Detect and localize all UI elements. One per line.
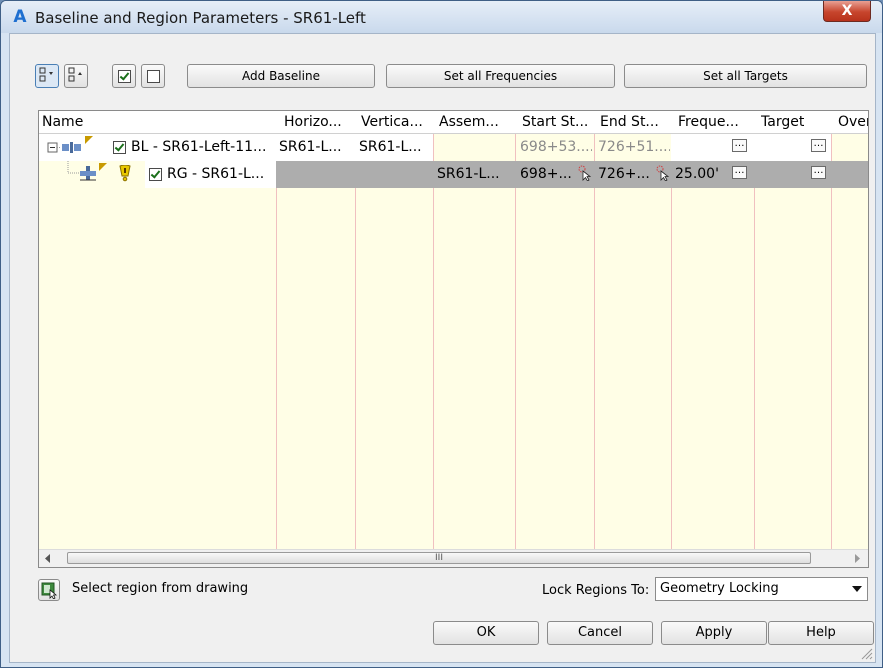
select-region-icon: [41, 582, 58, 600]
close-button[interactable]: X: [823, 1, 871, 22]
uncheck-all-button[interactable]: [141, 64, 165, 88]
column-divider: [671, 134, 672, 567]
grid-header: Name Horizo... Vertica... Assem... Start…: [39, 111, 868, 134]
checkbox-checked-icon: [117, 70, 131, 83]
expand-tree-icon: [39, 67, 53, 82]
pick-station-icon[interactable]: [577, 165, 591, 181]
column-divider: [754, 134, 755, 567]
column-divider: [515, 134, 516, 567]
column-divider: [594, 134, 595, 567]
region-frequency-ellipsis-button[interactable]: …: [732, 166, 747, 179]
grid-background: [39, 134, 868, 567]
col-header-start-station[interactable]: Start St...: [522, 114, 588, 130]
baseline-end-station: 726+51....: [598, 139, 670, 155]
column-divider: [433, 134, 434, 567]
col-header-vertical[interactable]: Vertica...: [361, 114, 423, 130]
col-header-name[interactable]: Name: [42, 114, 83, 130]
add-baseline-button[interactable]: Add Baseline: [187, 64, 375, 88]
baseline-horizontal[interactable]: SR61-L...: [279, 139, 353, 155]
help-button[interactable]: Help: [768, 621, 874, 645]
baseline-start-station: 698+53....: [520, 139, 592, 155]
select-region-label: Select region from drawing: [72, 581, 249, 596]
col-header-frequency[interactable]: Freque...: [678, 114, 739, 130]
scrollbar-thumb[interactable]: III: [67, 552, 811, 564]
dialog-window: A Baseline and Region Parameters - SR61-…: [0, 0, 883, 668]
chevron-down-icon: [852, 586, 862, 592]
scroll-right-icon[interactable]: [855, 554, 861, 563]
lock-regions-dropdown[interactable]: Geometry Locking: [655, 577, 868, 601]
region-start-station[interactable]: 698+...: [520, 166, 576, 182]
expand-tree-button[interactable]: [35, 64, 59, 88]
dialog-body: Add Baseline Set all Frequencies Set all…: [9, 33, 876, 663]
lock-regions-value: Geometry Locking: [660, 581, 779, 596]
lock-regions-label: Lock Regions To:: [542, 583, 650, 598]
resize-grip-icon[interactable]: [859, 646, 873, 660]
baseline-vertical[interactable]: SR61-L...: [359, 139, 431, 155]
region-icon: [80, 166, 96, 181]
autocad-a-icon: A: [13, 7, 27, 27]
column-divider: [831, 134, 832, 567]
baseline-target-ellipsis-button[interactable]: …: [811, 139, 826, 152]
select-region-button[interactable]: [38, 579, 60, 601]
region-end-station[interactable]: 726+...: [598, 166, 654, 182]
region-target-ellipsis-button[interactable]: …: [811, 166, 826, 179]
baseline-row-bg-right: [671, 134, 831, 161]
parameters-grid[interactable]: Name Horizo... Vertica... Assem... Start…: [38, 110, 869, 568]
col-header-target[interactable]: Target: [761, 114, 804, 130]
marker-flag-icon: [99, 163, 107, 171]
region-assembly[interactable]: SR61-L...: [437, 166, 513, 182]
pick-station-icon[interactable]: [655, 165, 669, 181]
baseline-tree-icon: [47, 142, 81, 153]
region-name: RG - SR61-L...: [167, 166, 265, 182]
col-header-horizontal[interactable]: Horizo...: [284, 114, 342, 130]
apply-button[interactable]: Apply: [661, 621, 767, 645]
check-all-button[interactable]: [112, 64, 136, 88]
set-all-frequencies-button[interactable]: Set all Frequencies: [386, 64, 615, 88]
column-divider: [276, 134, 277, 567]
region-frequency: 25.00': [675, 166, 719, 182]
baseline-checkbox[interactable]: [113, 141, 126, 154]
collapse-tree-icon: [68, 67, 82, 82]
cancel-button[interactable]: Cancel: [547, 621, 653, 645]
col-header-overrides[interactable]: Over: [838, 114, 868, 130]
baseline-name: BL - SR61-Left-11...: [131, 139, 267, 155]
scroll-left-icon[interactable]: [45, 554, 51, 563]
title-bar[interactable]: A Baseline and Region Parameters - SR61-…: [1, 1, 882, 33]
marker-flag-icon: [85, 136, 93, 144]
warning-icon: [119, 165, 131, 182]
col-header-assembly[interactable]: Assem...: [439, 114, 499, 130]
column-divider: [355, 134, 356, 567]
horizontal-scrollbar[interactable]: III: [39, 549, 868, 567]
baseline-row[interactable]: BL - SR61-Left-11... SR61-L... SR61-L...…: [39, 134, 868, 161]
checkbox-unchecked-icon: [146, 70, 160, 83]
set-all-targets-button[interactable]: Set all Targets: [624, 64, 867, 88]
baseline-frequency-ellipsis-button[interactable]: …: [732, 139, 747, 152]
region-row[interactable]: RG - SR61-L... SR61-L... 698+... 726+...…: [39, 161, 868, 188]
collapse-tree-button[interactable]: [64, 64, 88, 88]
window-title: Baseline and Region Parameters - SR61-Le…: [35, 9, 366, 27]
col-header-end-station[interactable]: End St...: [600, 114, 659, 130]
region-checkbox[interactable]: [149, 168, 162, 181]
ok-button[interactable]: OK: [433, 621, 539, 645]
